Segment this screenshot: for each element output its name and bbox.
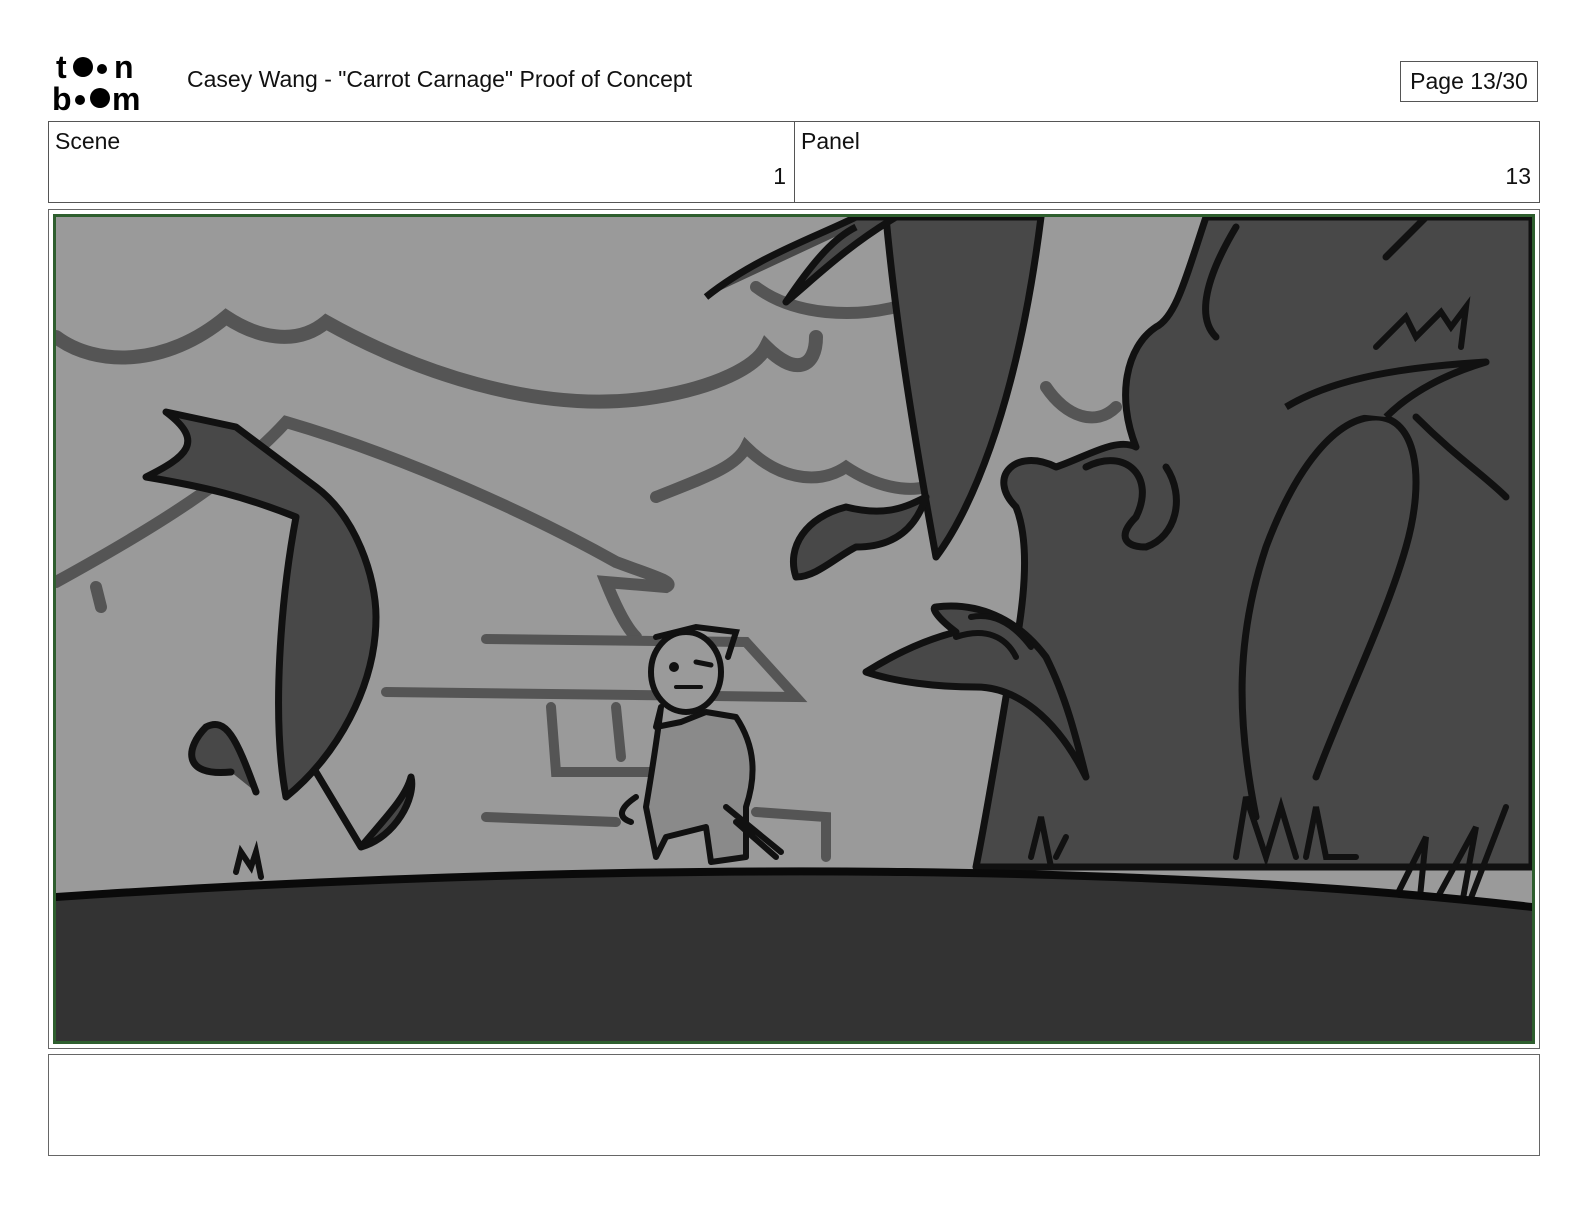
page-indicator: Page 13/30	[1400, 61, 1538, 102]
svg-text:n: n	[114, 50, 134, 85]
panel-cell: Panel 13	[795, 122, 1539, 202]
scene-label: Scene	[55, 128, 121, 154]
svg-text:m: m	[112, 81, 140, 114]
storyboard-sketch	[56, 217, 1532, 1041]
scene-number: 1	[773, 163, 786, 189]
toon-boom-logo: t n b m	[50, 49, 166, 117]
svg-text:t: t	[56, 50, 67, 85]
scene-cell: Scene 1	[49, 122, 795, 202]
document-title: Casey Wang - "Carrot Carnage" Proof of C…	[187, 66, 693, 92]
scene-panel-info: Scene 1 Panel 13	[48, 121, 1540, 203]
storyboard-panel-image	[53, 214, 1535, 1044]
svg-text:b: b	[52, 81, 72, 114]
storyboard-frame	[48, 209, 1540, 1049]
panel-label: Panel	[801, 128, 860, 154]
panel-number: 13	[1505, 163, 1531, 189]
notes-box	[48, 1054, 1540, 1156]
